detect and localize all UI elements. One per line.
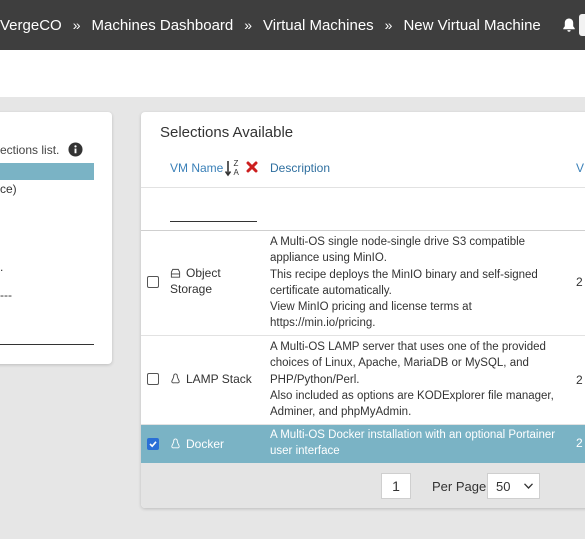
vm-version: 2 — [576, 275, 583, 289]
description-line: View MinIO pricing and license terms at — [270, 301, 472, 314]
description-line: A Multi-OS Docker installation with an o… — [270, 429, 556, 441]
column-header-description[interactable]: Description — [270, 161, 330, 175]
bell-icon[interactable] — [561, 17, 577, 33]
page-subheader — [0, 50, 585, 97]
breadcrumb-machines-dashboard[interactable]: Machines Dashboard — [92, 17, 234, 34]
vm-version: 2 — [576, 436, 583, 450]
database-icon — [170, 268, 181, 278]
linux-icon — [171, 438, 180, 449]
per-page-label: Per Page: — [432, 479, 490, 494]
description-line: appliance using MinIO. — [270, 252, 387, 265]
vm-description: A Multi-OS single node-single drive S3 c… — [270, 234, 540, 332]
breadcrumb-new-virtual-machine: New Virtual Machine — [403, 16, 541, 34]
selected-items-panel: ections list. ce) . --- — [0, 112, 112, 364]
input-underline — [0, 344, 94, 345]
description-line: This recipe deploys the MinIO binary and… — [270, 268, 538, 281]
pagination-bar: 1 Per Page: 50 — [141, 463, 585, 508]
breadcrumb-separator: » — [384, 17, 393, 33]
table-row[interactable]: Object Storage A Multi-OS single node-si… — [141, 231, 585, 336]
description-line: Also included as options are KODExplorer… — [270, 389, 554, 402]
clear-sort-icon[interactable] — [246, 161, 258, 173]
user-menu-button[interactable] — [579, 14, 585, 36]
per-page-select[interactable]: 50 — [487, 473, 540, 499]
description-line: choices of Linux, Apache, MariaDB or MyS… — [270, 357, 529, 370]
description-line: Adminer, and phpMyAdmin. — [270, 406, 412, 419]
vm-version: 2 — [576, 373, 583, 387]
vm-description: A Multi-OS LAMP server that uses one of … — [270, 339, 554, 420]
list-item-fragment: --- — [0, 288, 12, 302]
checkmark-icon — [149, 441, 157, 448]
description-line: user interface — [270, 445, 340, 458]
table-row-selected[interactable]: Docker A Multi-OS Docker installation wi… — [141, 425, 585, 463]
chevron-down-icon — [524, 483, 533, 489]
vm-name: Object Storage — [170, 265, 221, 297]
breadcrumb-virtual-machines[interactable]: Virtual Machines — [263, 17, 374, 34]
header-divider — [141, 187, 585, 188]
row-checkbox[interactable] — [147, 276, 159, 288]
vm-name: LAMP Stack — [186, 371, 252, 387]
vm-name-line: Object — [186, 266, 221, 280]
svg-text:A: A — [234, 168, 240, 177]
column-header-truncated[interactable]: V — [576, 161, 584, 175]
page-number-input[interactable]: 1 — [381, 473, 411, 499]
breadcrumb-separator: » — [72, 17, 81, 33]
breadcrumb-separator: » — [244, 17, 253, 33]
row-checkbox-checked[interactable] — [147, 438, 159, 450]
top-navigation-bar: VergeCO » Machines Dashboard » Virtual M… — [0, 0, 585, 50]
linux-icon — [171, 373, 180, 384]
description-line: certificate automatically. — [270, 284, 392, 297]
row-checkbox[interactable] — [147, 373, 159, 385]
list-item-fragment: . — [0, 260, 4, 274]
selections-available-panel: Selections Available VM Name Z A Descrip… — [141, 112, 585, 508]
description-line: PHP/Python/Perl. — [270, 373, 360, 386]
per-page-value: 50 — [496, 479, 511, 494]
sort-z-a-icon[interactable]: Z A — [225, 158, 241, 178]
info-icon[interactable] — [68, 142, 83, 157]
list-item-fragment: ce) — [0, 182, 17, 196]
vm-name-line: Storage — [170, 282, 213, 296]
column-header-vm-name[interactable]: VM Name — [170, 161, 223, 175]
vm-name-filter-input[interactable] — [170, 204, 257, 222]
table-row[interactable]: LAMP Stack A Multi-OS LAMP server that u… — [141, 336, 585, 425]
vm-name: Docker — [186, 436, 224, 452]
selected-list-item[interactable] — [0, 163, 94, 180]
description-line: A Multi-OS single node-single drive S3 c… — [270, 236, 526, 248]
panel-title: Selections Available — [160, 124, 294, 141]
vm-name-line: LAMP Stack — [186, 372, 252, 386]
breadcrumb-vergeco[interactable]: VergeCO — [0, 17, 62, 34]
vm-name-line: Docker — [186, 437, 225, 451]
description-line: https://min.io/pricing. — [270, 317, 376, 330]
breadcrumb: VergeCO » Machines Dashboard » Virtual M… — [0, 0, 541, 50]
description-line: A Multi-OS LAMP server that uses one of … — [270, 341, 546, 353]
svg-text:Z: Z — [234, 159, 239, 168]
panel-hint-text: ections list. — [0, 143, 60, 157]
vm-description: A Multi-OS Docker installation with an o… — [270, 427, 556, 460]
